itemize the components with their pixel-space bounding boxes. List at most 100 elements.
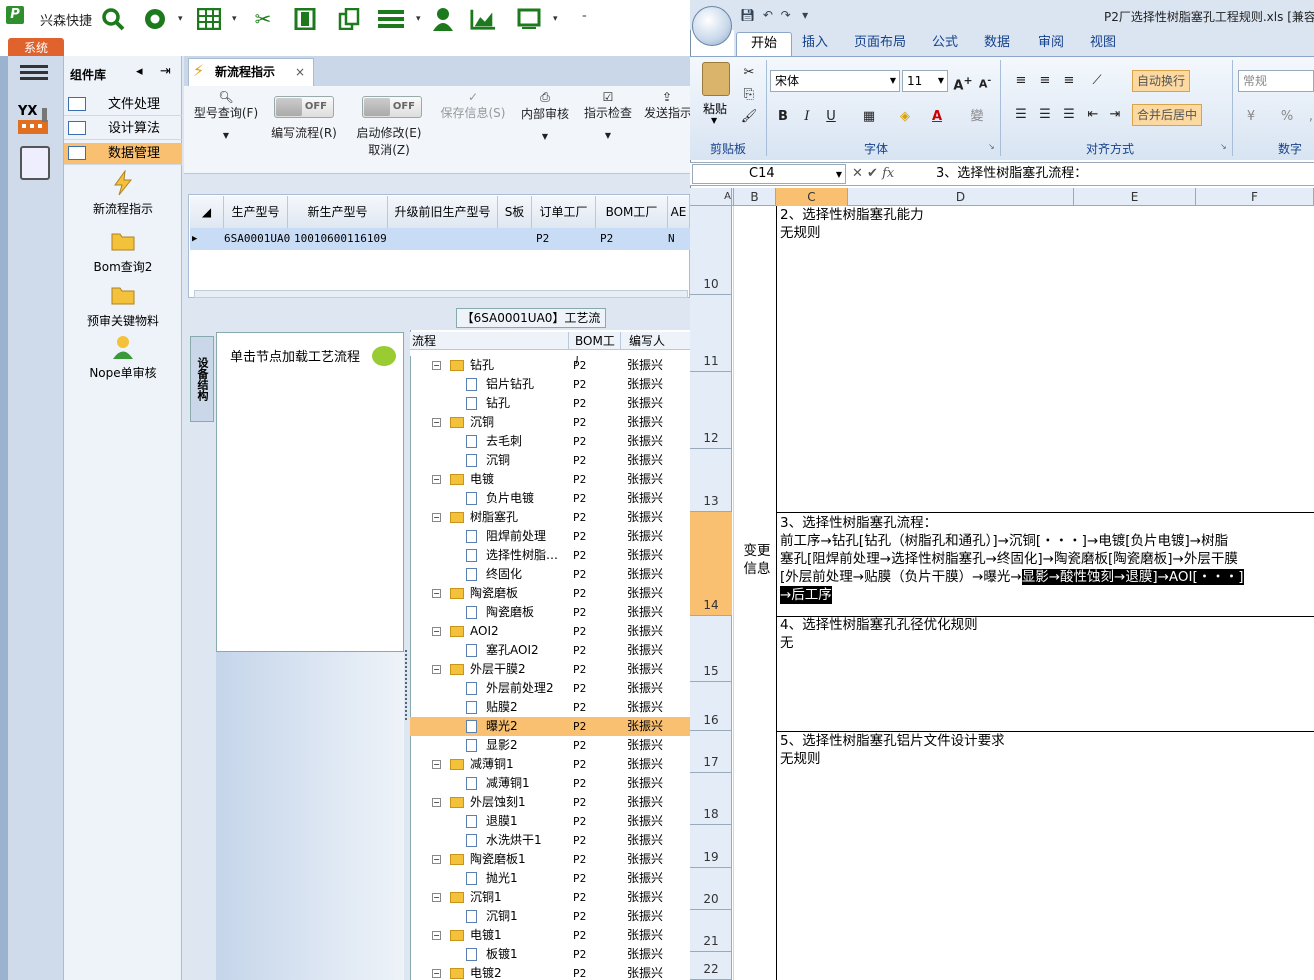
tree-row[interactable]: 显影2 P2 张振兴 [410,736,690,755]
cell-rule-3-line[interactable]: [外层前处理→贴膜（负片干膜）→曝光→显影→酸性蚀刻→退膜]→AOI[・・・] [780,568,1244,586]
font-color-icon[interactable]: A [926,106,948,128]
calculator-icon[interactable] [20,146,50,180]
tree-row[interactable]: − 陶瓷磨板1 P2 张振兴 [410,850,690,869]
component-bom-query[interactable]: Bom查询2 [64,228,182,275]
copy-icon[interactable]: ⎘ [738,84,760,106]
tab-home[interactable]: 开始 [736,32,793,56]
enter-formula-icon[interactable]: ✔ [867,166,878,181]
grid-header[interactable]: AE [668,196,690,228]
start-modify-toggle[interactable]: OFF [362,96,422,118]
tree-row[interactable]: 外层前处理2 P2 张振兴 [410,679,690,698]
tree-header-flow[interactable]: 流程 [410,332,568,350]
send-instruction-button[interactable]: ⇪ 发送指示 [644,90,690,121]
collapse-icon[interactable]: − [432,665,441,674]
tree-row[interactable]: − 电镀1 P2 张振兴 [410,926,690,945]
model-query-button[interactable]: 🔍︎ 型号查询(F) ▼ [192,90,260,140]
font-name-select[interactable]: 宋体 ▼ [770,70,900,92]
italic-icon[interactable]: I [796,106,818,128]
tree-row[interactable]: − 沉铜1 P2 张振兴 [410,888,690,907]
row-header[interactable]: 22 [690,952,732,980]
tree-row[interactable]: 钻孔 P2 张振兴 [410,394,690,413]
align-middle-icon[interactable]: ≡ [1034,70,1056,92]
grid-cell[interactable]: P2 [536,228,576,250]
orientation-icon[interactable]: ⟋ [1086,70,1108,92]
grid-cell[interactable]: N [668,228,688,250]
cell-rule-4-value[interactable]: 无 [780,634,794,652]
comma-style-icon[interactable]: , [1300,106,1314,128]
component-new-flow[interactable]: 新流程指示 [64,170,182,217]
row-header[interactable]: 12 [690,372,732,449]
row-header[interactable]: 19 [690,825,732,868]
formula-input[interactable]: 3、选择性树脂塞孔流程： [936,164,1087,184]
align-left-icon[interactable]: ☰ [1010,104,1032,126]
factory-icon[interactable]: YX [16,100,52,136]
undo-icon[interactable]: ↶ [763,8,773,22]
align-right-icon[interactable]: ☰ [1058,104,1080,126]
film-icon[interactable] [292,6,318,32]
column-header-selected[interactable]: C [776,188,848,206]
decrease-indent-icon[interactable]: ⇤ [1082,104,1104,126]
align-bottom-icon[interactable]: ≡ [1058,70,1080,92]
redo-icon[interactable]: ↷ [781,8,791,22]
cell-rule-4-title[interactable]: 4、选择性树脂塞孔孔径优化规则 [780,616,978,634]
overflow-icon[interactable]: ⁼ [582,14,587,24]
collapse-icon[interactable]: − [432,627,441,636]
pin-icon[interactable]: ⇥ [160,64,171,79]
dialog-launcher-icon[interactable]: ↘ [988,142,995,151]
column-header[interactable]: A [722,188,734,206]
tree-row[interactable]: 陶瓷磨板 P2 张振兴 [410,603,690,622]
grid-header[interactable]: 新生产型号 [288,196,388,228]
tree-row[interactable]: 铝片钻孔 P2 张振兴 [410,375,690,394]
tree-row[interactable]: 退膜1 P2 张振兴 [410,812,690,831]
menu-data-management[interactable]: 数据管理 [64,143,182,165]
paste-label[interactable]: 粘贴 [703,100,727,117]
font-size-select[interactable]: 11 ▼ [902,70,948,92]
grid-icon[interactable] [196,6,222,32]
tree-row[interactable]: 贴膜2 P2 张振兴 [410,698,690,717]
tab-review[interactable]: 审阅 [1024,32,1078,56]
collapse-icon[interactable]: − [432,589,441,598]
underline-icon[interactable]: U [820,106,842,128]
user-icon[interactable] [430,6,456,32]
row-header[interactable]: 13 [690,449,732,512]
cell-rule-2-title[interactable]: 2、选择性树脂塞孔能力 [780,206,924,224]
tree-row[interactable]: − 减薄铜1 P2 张振兴 [410,755,690,774]
tree-row[interactable]: 选择性树脂… P2 张振兴 [410,546,690,565]
shrink-font-icon[interactable]: A- [974,70,996,92]
tab-insert[interactable]: 插入 [788,32,842,56]
menu-icon[interactable] [20,62,48,84]
row-header[interactable]: 18 [690,773,732,825]
instruction-check-button[interactable]: ☑ 指示检查 ▼ [582,90,634,140]
tab-view[interactable]: 视图 [1076,32,1130,56]
fill-color-icon[interactable]: ◈ [894,106,916,128]
tree-row[interactable]: 去毛刺 P2 张振兴 [410,432,690,451]
tree-row[interactable]: − 沉铜 P2 张振兴 [410,413,690,432]
row-header-selected[interactable]: 14 [690,512,732,616]
tab-formulas[interactable]: 公式 [918,32,972,56]
collapse-icon[interactable]: − [432,931,441,940]
cell-rule-2-value[interactable]: 无规则 [780,224,821,242]
format-painter-icon[interactable]: 🖌︎ [738,106,760,128]
tree-row[interactable]: − AOI2 P2 张振兴 [410,622,690,641]
tree-row[interactable]: − 陶瓷磨板 P2 张振兴 [410,584,690,603]
collapse-icon[interactable]: − [432,760,441,769]
wrap-text-button[interactable]: 自动换行 [1132,70,1191,92]
office-button[interactable] [692,6,732,46]
tree-row[interactable]: − 电镀 P2 张振兴 [410,470,690,489]
cancel-formula-icon[interactable]: ✕ [852,166,863,181]
percent-icon[interactable]: % [1276,106,1298,128]
increase-indent-icon[interactable]: ⇥ [1104,104,1126,126]
grid-header[interactable]: BOM工厂 [596,196,668,228]
cell-rule-5-value[interactable]: 无规则 [780,750,821,768]
edit-flow-toggle[interactable]: OFF [274,96,334,118]
grid-header[interactable]: 订单工厂 [532,196,596,228]
close-icon[interactable]: × [295,59,305,85]
system-tab[interactable]: 系统 [8,38,64,56]
grid-header[interactable]: S板 [498,196,532,228]
grow-font-icon[interactable]: A+ [952,70,974,93]
cell-rule-3-title[interactable]: 3、选择性树脂塞孔流程： [780,514,937,532]
row-header[interactable]: 10 [690,206,732,295]
tree-row[interactable]: 终固化 P2 张振兴 [410,565,690,584]
component-key-material[interactable]: 预审关键物料 [64,282,182,329]
chevron-left-icon[interactable]: ◂ [136,64,143,79]
